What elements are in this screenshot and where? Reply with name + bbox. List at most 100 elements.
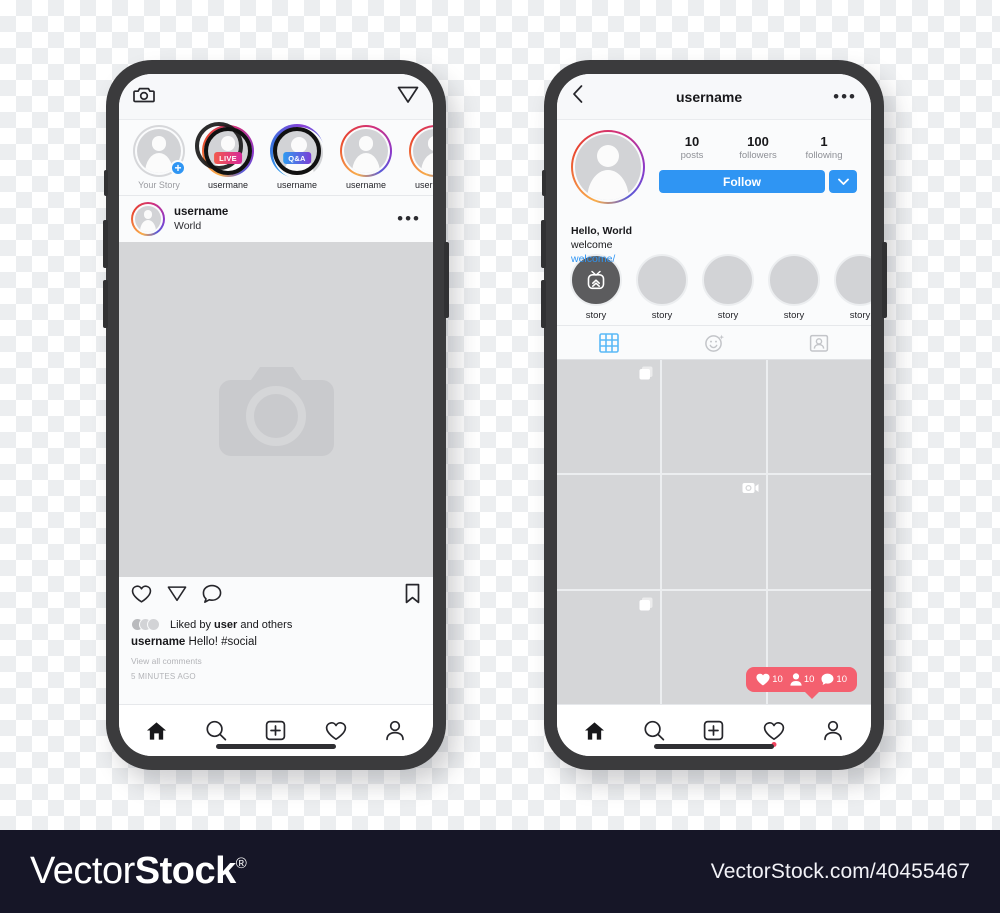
story-avatar[interactable]: Q&A (270, 124, 325, 179)
tab-grid[interactable] (557, 326, 662, 359)
silent-switch[interactable] (542, 170, 546, 196)
post-author-meta: username World (174, 205, 388, 233)
search-icon (644, 720, 665, 741)
grid-cell[interactable] (767, 360, 871, 474)
highlight-circle[interactable] (834, 254, 871, 306)
notification-bubble[interactable]: 10 10 10 (746, 667, 857, 699)
stat-followers[interactable]: 100 followers (725, 134, 791, 161)
tab-reels[interactable] (662, 326, 767, 359)
person-icon (790, 673, 802, 686)
nav-add-post-button[interactable] (256, 714, 296, 748)
story-item-live[interactable]: LIVE usermane (195, 122, 258, 190)
volume-up-button[interactable] (541, 220, 546, 268)
feed-phone-device: + Your Story LIVE usermane Q&A username … (103, 60, 449, 770)
back-chevron-icon[interactable] (571, 84, 585, 109)
stories-tray[interactable]: + Your Story LIVE usermane Q&A username … (119, 120, 433, 196)
direct-message-icon[interactable] (397, 84, 419, 110)
highlight-item-4[interactable]: story (833, 254, 871, 321)
grid-cell[interactable] (662, 360, 766, 474)
story-item-your-story[interactable]: + Your Story (129, 125, 189, 190)
power-button[interactable] (444, 242, 449, 318)
volume-down-button[interactable] (541, 280, 546, 328)
post-more-options-icon[interactable]: ••• (397, 210, 421, 227)
likes-text: Liked by user and others (170, 619, 292, 631)
post-image-placeholder[interactable] (119, 242, 433, 577)
nav-activity-button[interactable] (754, 714, 794, 748)
highlight-label: story (585, 310, 607, 321)
follow-button[interactable]: Follow (659, 170, 825, 193)
tab-tagged[interactable] (766, 326, 871, 359)
volume-down-button[interactable] (103, 280, 108, 328)
nav-activity-button[interactable] (316, 714, 356, 748)
story-label: username (276, 180, 318, 190)
silent-switch[interactable] (104, 170, 108, 196)
like-heart-icon[interactable] (131, 584, 152, 609)
nav-home-button[interactable] (137, 714, 177, 748)
post-author-avatar[interactable] (131, 202, 165, 236)
highlight-item-1[interactable]: story (635, 254, 689, 321)
grid-cell[interactable] (557, 475, 661, 589)
grid-cell[interactable] (767, 475, 871, 589)
highlight-item-3[interactable]: story (767, 254, 821, 321)
story-ring-gradient (409, 125, 433, 177)
nav-search-button[interactable] (196, 714, 236, 748)
home-indicator (216, 744, 336, 749)
volume-up-button[interactable] (103, 220, 108, 268)
profile-post-grid[interactable]: 10 10 10 (557, 360, 871, 704)
notif-likes: 10 (756, 673, 783, 686)
story-item-3[interactable]: username (336, 125, 396, 190)
likes-row[interactable]: Liked by user and others (131, 618, 421, 631)
highlight-circle[interactable] (636, 254, 688, 306)
highlight-item-2[interactable]: story (701, 254, 755, 321)
story-label: usermane (207, 180, 249, 190)
nav-search-button[interactable] (634, 714, 674, 748)
power-button[interactable] (882, 242, 887, 318)
bookmark-icon[interactable] (404, 583, 421, 609)
nav-profile-button[interactable] (375, 714, 415, 748)
camera-icon[interactable] (133, 85, 155, 109)
post-username[interactable]: username (174, 205, 388, 219)
story-avatar[interactable] (409, 125, 433, 177)
stat-following[interactable]: 1 following (791, 134, 857, 161)
your-story-avatar[interactable]: + (133, 125, 186, 177)
nav-profile-button[interactable] (813, 714, 853, 748)
chevron-down-icon (837, 178, 849, 185)
highlight-circle[interactable] (702, 254, 754, 306)
nav-add-post-button[interactable] (694, 714, 734, 748)
likes-prefix: Liked by (170, 618, 215, 631)
share-paper-plane-icon[interactable] (167, 584, 187, 608)
profile-tabs (557, 326, 871, 360)
profile-header: 10 posts 100 followers 1 following Follo… (557, 120, 871, 265)
profile-more-options-icon[interactable]: ••• (833, 88, 857, 105)
grid-cell[interactable] (662, 475, 766, 589)
profile-screen: username ••• 10 posts 100 followers 1 fo… (557, 74, 871, 756)
profile-person-icon (386, 720, 405, 741)
follow-dropdown-button[interactable] (829, 170, 857, 193)
story-avatar[interactable] (340, 125, 392, 177)
grid-cell[interactable] (557, 590, 661, 704)
story-item-4[interactable]: username (405, 125, 433, 190)
highlight-label: story (651, 310, 673, 321)
profile-phone-device: username ••• 10 posts 100 followers 1 fo… (541, 60, 887, 770)
story-item-qa[interactable]: Q&A username (267, 124, 327, 190)
comment-icon[interactable] (202, 584, 222, 609)
post-location[interactable]: World (174, 220, 388, 233)
stat-posts[interactable]: 10 posts (659, 134, 725, 161)
highlight-circle[interactable] (768, 254, 820, 306)
grid-cell[interactable] (557, 360, 661, 474)
feed-screen: + Your Story LIVE usermane Q&A username … (119, 74, 433, 756)
likes-username[interactable]: user (214, 619, 237, 631)
profile-avatar[interactable] (571, 130, 645, 204)
add-story-plus-icon[interactable]: + (170, 160, 186, 176)
home-icon (147, 721, 167, 740)
post-action-bar (119, 577, 433, 615)
caption-username[interactable]: username (131, 636, 185, 648)
story-avatar[interactable]: LIVE (195, 122, 254, 177)
notif-followers: 10 (790, 673, 814, 686)
bio-link[interactable]: welcome/ (571, 252, 632, 266)
post-timestamp: 5 MINUTES AGO (131, 672, 196, 681)
nav-home-button[interactable] (575, 714, 615, 748)
highlight-label: story (717, 310, 739, 321)
view-all-comments-link[interactable]: View all comments (131, 656, 421, 666)
camera-placeholder-icon (218, 366, 334, 456)
